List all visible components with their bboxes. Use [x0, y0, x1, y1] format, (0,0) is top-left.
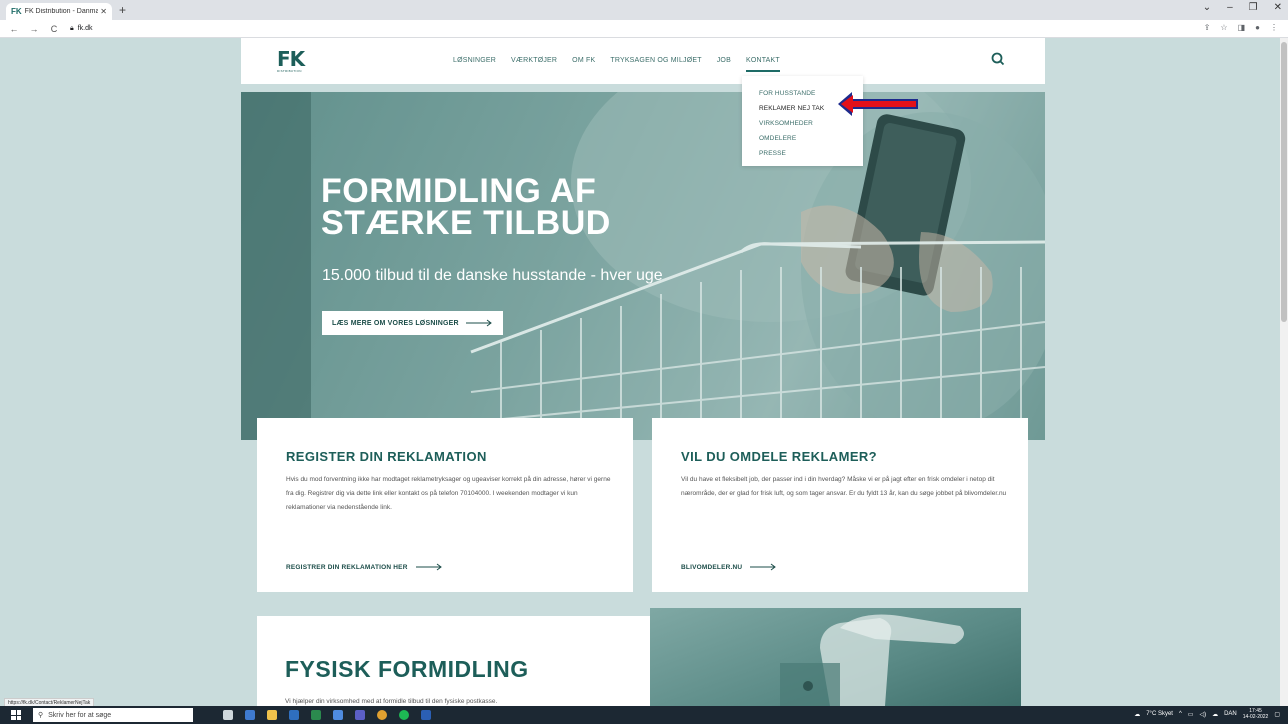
- arrow-right-icon: [750, 563, 777, 571]
- url-text: fk.dk: [77, 25, 93, 32]
- fysisk-formidling-title: FYSISK FORMIDLING: [285, 656, 529, 682]
- tab-title: FK Distribution - Danmarks stær...: [24, 8, 99, 15]
- favicon-icon: FK: [11, 7, 22, 16]
- word-app-icon[interactable]: [421, 710, 431, 720]
- page-scrollbar[interactable]: [1280, 38, 1288, 706]
- nav-job[interactable]: JOB: [717, 57, 731, 72]
- reklamation-body: Hvis du mod forventning ikke har modtage…: [286, 476, 611, 511]
- omdele-title: VIL DU OMDELE REKLAMER?: [681, 449, 878, 464]
- close-tab-icon[interactable]: ✕: [100, 7, 107, 16]
- profile-icon[interactable]: ●: [1255, 23, 1260, 32]
- address-bar: ← → C 🔒︎ fk.dk ⇪ ☆ ◨ ● ⋮: [0, 20, 1288, 38]
- sidepanel-icon[interactable]: ◨: [1238, 23, 1246, 32]
- notification-icon[interactable]: ▢: [1274, 711, 1280, 718]
- search-icon: ⚲: [38, 712, 44, 719]
- hero-shopping-cart-image: [241, 92, 1045, 440]
- tab-search-icon[interactable]: ⌄: [1203, 2, 1211, 13]
- nav-vaerktojer[interactable]: VÆRKTØJER: [511, 57, 557, 72]
- system-tray: ☁ 7°C Skyet ^ ▭ ◁) ☁ DAN 17:45 14-02-202…: [1134, 708, 1280, 720]
- arrow-right-icon: [465, 319, 492, 327]
- windows-start-icon[interactable]: [11, 710, 21, 720]
- spotify-app-icon[interactable]: [399, 710, 409, 720]
- hero-title: FORMIDLING AF STÆRKE TILBUD: [321, 172, 611, 242]
- hero-title-line-2: STÆRKE TILBUD: [321, 204, 611, 242]
- mail-app-icon[interactable]: [289, 710, 299, 720]
- close-window-icon[interactable]: ✕: [1274, 2, 1282, 13]
- logo-text: FK: [277, 47, 305, 71]
- reload-icon[interactable]: C: [48, 24, 60, 34]
- lock-icon: 🔒︎: [70, 24, 74, 32]
- postkasse-image: [650, 608, 1021, 706]
- chrome-app-icon[interactable]: [377, 710, 387, 720]
- explorer-app-icon[interactable]: [267, 710, 277, 720]
- reklamation-title: REGISTER DIN REKLAMATION: [286, 449, 487, 464]
- omdele-card: VIL DU OMDELE REKLAMER? Vil du have et f…: [652, 418, 1028, 592]
- browser-toolbar: ⇪ ☆ ◨ ● ⋮: [1204, 23, 1278, 32]
- blivomdeler-link[interactable]: BLIVOMDELER.NU: [681, 563, 777, 571]
- teams-app-icon[interactable]: [355, 710, 365, 720]
- calendar-app-icon[interactable]: [245, 710, 255, 720]
- scrollbar-thumb[interactable]: [1281, 42, 1287, 322]
- maximize-icon[interactable]: ❐: [1249, 2, 1258, 13]
- red-arrow-annotation: [838, 92, 918, 116]
- taskbar-apps: [223, 710, 431, 720]
- main-nav: LØSNINGER VÆRKTØJER OM FK TRYKSAGEN OG M…: [453, 57, 780, 72]
- new-tab-icon[interactable]: +: [119, 3, 126, 17]
- nav-tryksagen[interactable]: TRYKSAGEN OG MILJØET: [610, 57, 701, 72]
- browser-tab[interactable]: FK FK Distribution - Danmarks stær... ✕: [6, 3, 112, 20]
- weather-text[interactable]: 7°C Skyet: [1146, 711, 1173, 717]
- hero-banner: FORMIDLING AF STÆRKE TILBUD 15.000 tilbu…: [241, 92, 1045, 440]
- nav-losninger[interactable]: LØSNINGER: [453, 57, 496, 72]
- minimize-icon[interactable]: –: [1227, 2, 1233, 13]
- windows-taskbar: ⚲ Skriv her for at søge ☁ 7°C Skyet ^ ▭ …: [0, 706, 1288, 724]
- reklamation-card: REGISTER DIN REKLAMATION Hvis du mod for…: [257, 418, 633, 592]
- browser-tab-bar: FK FK Distribution - Danmarks stær... ✕ …: [0, 0, 1288, 20]
- weather-icon: ☁: [1134, 711, 1141, 718]
- language-indicator[interactable]: DAN: [1224, 711, 1237, 717]
- arrow-right-icon: [415, 563, 442, 571]
- bookmark-star-icon[interactable]: ☆: [1220, 23, 1227, 32]
- hero-title-line-1: FORMIDLING AF: [321, 172, 597, 210]
- postkasse-photo: [780, 614, 964, 706]
- dropdown-item-virksomheder[interactable]: VIRKSOMHEDER: [759, 116, 863, 131]
- taskbar-clock[interactable]: 17:45 14-02-2022: [1243, 708, 1269, 720]
- todo-app-icon[interactable]: [333, 710, 343, 720]
- url-field[interactable]: 🔒︎ fk.dk: [70, 25, 93, 33]
- registrer-reklamation-label: REGISTRER DIN REKLAMATION HER: [286, 563, 408, 571]
- dropdown-item-presse[interactable]: PRESSE: [759, 146, 863, 161]
- network-icon[interactable]: ▭: [1188, 711, 1194, 718]
- clock-date: 14-02-2022: [1242, 714, 1269, 720]
- back-icon[interactable]: ←: [8, 24, 20, 34]
- fysisk-formidling-body: Vi hjælper din virksomhed med at formidl…: [285, 698, 498, 705]
- hero-subtitle: 15.000 tilbud til de danske husstande - …: [322, 267, 663, 284]
- registrer-reklamation-link[interactable]: REGISTRER DIN REKLAMATION HER: [286, 563, 443, 571]
- tray-chevron-icon[interactable]: ^: [1179, 711, 1182, 717]
- forward-icon[interactable]: →: [28, 24, 40, 34]
- fk-logo[interactable]: FK DISTRIBUTION: [277, 49, 317, 79]
- excel-app-icon[interactable]: [311, 710, 321, 720]
- onedrive-icon[interactable]: ☁: [1212, 711, 1218, 718]
- omdele-body: Vil du have et fleksibelt job, der passe…: [681, 476, 1007, 497]
- nav-om-fk[interactable]: OM FK: [572, 57, 595, 72]
- hero-cta-label: LÆS MERE OM VORES LØSNINGER: [332, 319, 459, 327]
- menu-kebab-icon[interactable]: ⋮: [1270, 23, 1278, 32]
- dropdown-item-omdelere[interactable]: OMDELERE: [759, 131, 863, 146]
- volume-icon[interactable]: ◁): [1199, 711, 1206, 718]
- blivomdeler-label: BLIVOMDELER.NU: [681, 563, 743, 571]
- task-view-icon[interactable]: [223, 710, 233, 720]
- hero-cta-button[interactable]: LÆS MERE OM VORES LØSNINGER: [322, 311, 503, 335]
- taskbar-search-placeholder: Skriv her for at søge: [48, 711, 112, 719]
- nav-kontakt[interactable]: KONTAKT: [745, 57, 780, 72]
- site-header: FK DISTRIBUTION LØSNINGER VÆRKTØJER OM F…: [241, 38, 1045, 84]
- taskbar-search[interactable]: ⚲ Skriv her for at søge: [33, 708, 193, 722]
- logo-subtext: DISTRIBUTION: [277, 69, 302, 73]
- search-icon[interactable]: [991, 52, 1005, 66]
- share-icon[interactable]: ⇪: [1204, 23, 1211, 32]
- window-controls: ⌄ – ❐ ✕: [1203, 2, 1282, 13]
